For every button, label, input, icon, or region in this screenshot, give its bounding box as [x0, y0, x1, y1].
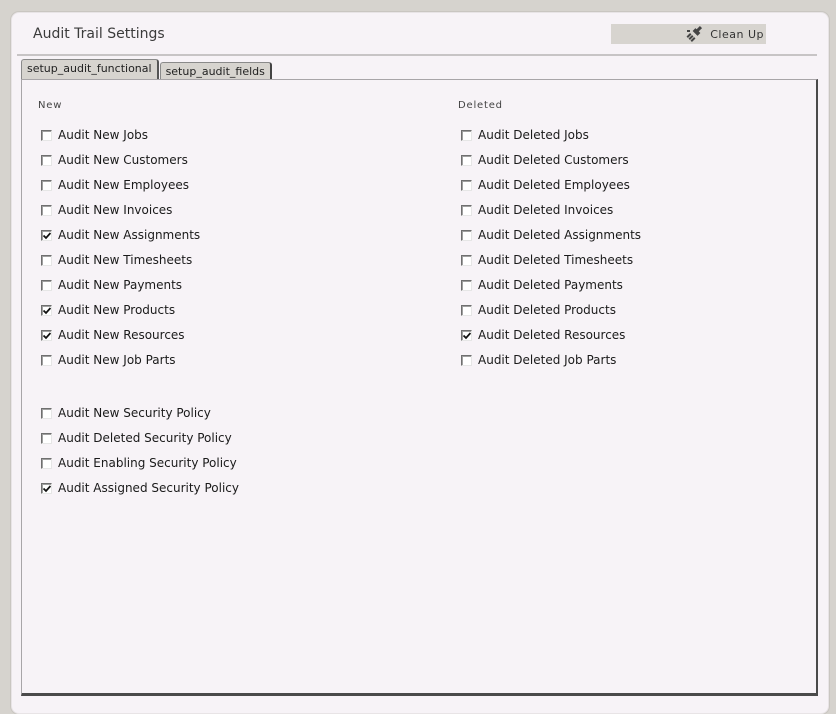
checkbox-row[interactable]: Audit New Customers — [41, 152, 188, 168]
checkbox-label: Audit New Products — [58, 303, 176, 317]
checkbox-row[interactable]: Audit New Assignments — [41, 227, 200, 243]
section-label-new: New — [38, 100, 63, 111]
checkbox[interactable] — [41, 329, 52, 341]
checkbox-label: Audit New Job Parts — [58, 353, 176, 367]
checkbox-row[interactable]: Audit New Job Parts — [41, 352, 176, 368]
checkbox-row[interactable]: Audit Deleted Employees — [461, 177, 630, 193]
checkmark-icon — [43, 306, 51, 314]
checkbox-label: Audit New Invoices — [58, 203, 173, 217]
checkbox-label: Audit Deleted Timesheets — [478, 253, 634, 267]
checkbox-row[interactable]: Audit Deleted Customers — [461, 152, 629, 168]
tab-setup-audit-fields[interactable]: setup_audit_fields — [159, 62, 272, 80]
checkbox-label: Audit Deleted Invoices — [478, 203, 614, 217]
checkbox-row[interactable]: Audit Deleted Timesheets — [461, 252, 633, 268]
checkbox[interactable] — [461, 254, 472, 266]
checkbox-label: Audit Deleted Assignments — [478, 228, 642, 242]
checkbox[interactable] — [41, 179, 52, 191]
checkbox-label: Audit New Jobs — [58, 128, 149, 142]
checkbox[interactable] — [41, 229, 52, 241]
checkbox-row[interactable]: Audit New Resources — [41, 327, 185, 343]
checkmark-icon — [43, 484, 51, 492]
checkbox-row[interactable]: Audit New Products — [41, 302, 175, 318]
checkbox-row[interactable]: Audit Enabling Security Policy — [41, 455, 237, 471]
checkbox[interactable] — [41, 407, 52, 419]
checkbox-row[interactable]: Audit New Payments — [41, 277, 182, 293]
checkmark-icon — [43, 231, 51, 239]
checkbox-row[interactable]: Audit Deleted Assignments — [461, 227, 641, 243]
clean-up-label: Clean Up — [710, 27, 764, 41]
checkbox[interactable] — [461, 329, 472, 341]
checkbox-row[interactable]: Audit Deleted Job Parts — [461, 352, 616, 368]
checkbox-row[interactable]: Audit New Security Policy — [41, 405, 211, 421]
checkbox[interactable] — [41, 304, 52, 316]
checkbox[interactable] — [461, 204, 472, 216]
broom-icon — [686, 25, 703, 42]
checkbox-label: Audit New Customers — [58, 153, 188, 167]
checkbox-label: Audit Deleted Resources — [478, 328, 626, 342]
checkbox-row[interactable]: Audit Deleted Invoices — [461, 202, 613, 218]
checkbox-row[interactable]: Audit Deleted Resources — [461, 327, 625, 343]
checkbox[interactable] — [461, 154, 472, 166]
checkbox-row[interactable]: Audit Deleted Security Policy — [41, 430, 232, 446]
section-label-deleted: Deleted — [458, 100, 503, 111]
checkbox-label: Audit New Security Policy — [58, 406, 211, 420]
checkbox[interactable] — [41, 129, 52, 141]
clean-up-button[interactable]: Clean Up — [611, 24, 766, 44]
tab-setup-audit-functional[interactable]: setup_audit_functional — [21, 59, 159, 80]
checkbox[interactable] — [461, 129, 472, 141]
checkmark-icon — [43, 331, 51, 339]
checkbox-label: Audit Deleted Customers — [478, 153, 629, 167]
checkbox-label: Audit Enabling Security Policy — [58, 456, 237, 470]
tab-bar: setup_audit_functional setup_audit_field… — [21, 59, 272, 80]
audit-trail-panel: Audit Trail Settings Clean Up setup_audi… — [11, 12, 829, 714]
checkbox[interactable] — [461, 304, 472, 316]
checkbox-label: Audit New Assignments — [58, 228, 201, 242]
checkbox-row[interactable]: Audit Deleted Products — [461, 302, 616, 318]
checkbox[interactable] — [41, 154, 52, 166]
checkbox-label: Audit Deleted Job Parts — [478, 353, 617, 367]
checkbox-row[interactable]: Audit New Invoices — [41, 202, 172, 218]
checkbox[interactable] — [41, 457, 52, 469]
checkmark-icon — [463, 331, 471, 339]
checkbox-label: Audit New Payments — [58, 278, 183, 292]
checkbox[interactable] — [41, 432, 52, 444]
checkbox-row[interactable]: Audit New Timesheets — [41, 252, 192, 268]
checkbox-label: Audit Deleted Employees — [478, 178, 630, 192]
checkbox[interactable] — [41, 279, 52, 291]
checkbox-row[interactable]: Audit Assigned Security Policy — [41, 480, 239, 496]
checkbox-label: Audit New Timesheets — [58, 253, 193, 267]
checkbox[interactable] — [461, 354, 472, 366]
checkbox-row[interactable]: Audit Deleted Jobs — [461, 127, 589, 143]
checkbox-label: Audit New Employees — [58, 178, 189, 192]
checkbox-label: Audit Deleted Payments — [478, 278, 623, 292]
checkbox-label: Audit Deleted Security Policy — [58, 431, 232, 445]
tab-content: New Deleted Audit New Jobs Audit New Cust… — [21, 79, 818, 696]
page-title: Audit Trail Settings — [33, 26, 165, 42]
checkbox-row[interactable]: Audit New Jobs — [41, 127, 148, 143]
checkbox-row[interactable]: Audit New Employees — [41, 177, 189, 193]
checkbox[interactable] — [41, 204, 52, 216]
checkbox-row[interactable]: Audit Deleted Payments — [461, 277, 623, 293]
header-divider — [17, 54, 817, 56]
checkbox[interactable] — [461, 279, 472, 291]
checkbox[interactable] — [41, 254, 52, 266]
checkbox-label: Audit Assigned Security Policy — [58, 481, 239, 495]
checkbox[interactable] — [461, 229, 472, 241]
checkbox-label: Audit Deleted Jobs — [478, 128, 589, 142]
checkbox-label: Audit Deleted Products — [478, 303, 616, 317]
checkbox-label: Audit New Resources — [58, 328, 185, 342]
checkbox[interactable] — [41, 354, 52, 366]
checkbox[interactable] — [461, 179, 472, 191]
checkbox[interactable] — [41, 482, 52, 494]
